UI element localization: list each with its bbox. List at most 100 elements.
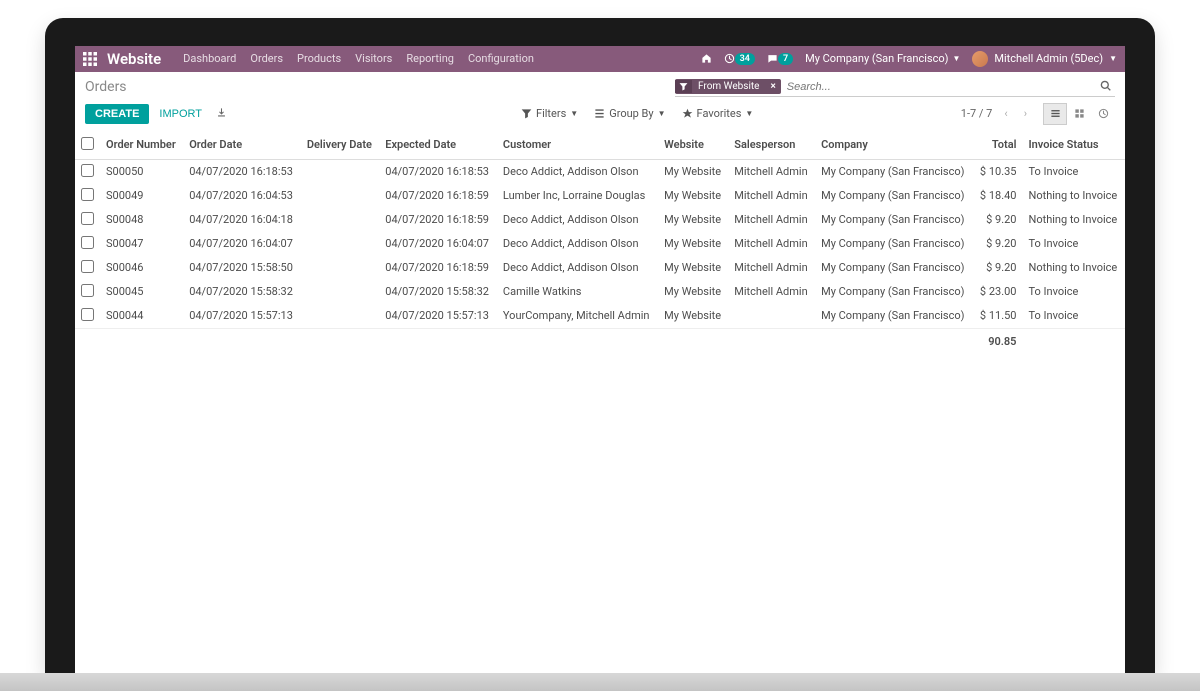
cell-invoice-status: To Invoice xyxy=(1022,232,1125,256)
cell-salesperson xyxy=(728,304,815,329)
pager: 1-7 / 7 ‹ › xyxy=(961,107,1031,120)
cell-order-date: 04/07/2020 15:58:32 xyxy=(183,280,301,304)
cell-salesperson: Mitchell Admin xyxy=(728,280,815,304)
col-total[interactable]: Total xyxy=(973,131,1022,160)
home-icon[interactable] xyxy=(701,53,712,64)
company-switcher[interactable]: My Company (San Francisco) ▼ xyxy=(805,52,960,65)
facet-remove[interactable]: × xyxy=(765,79,780,94)
table-row[interactable]: S00049 04/07/2020 16:04:53 04/07/2020 16… xyxy=(75,184,1125,208)
create-button[interactable]: CREATE xyxy=(85,104,149,124)
facet-label: From Website xyxy=(692,79,765,94)
favorites-label: Favorites xyxy=(697,107,742,120)
cell-expected-date: 04/07/2020 16:18:59 xyxy=(379,184,497,208)
cell-customer: Camille Watkins xyxy=(497,280,658,304)
top-navbar: Website Dashboard Orders Products Visito… xyxy=(75,46,1125,72)
col-salesperson[interactable]: Salesperson xyxy=(728,131,815,160)
col-customer[interactable]: Customer xyxy=(497,131,658,160)
table-row[interactable]: S00046 04/07/2020 15:58:50 04/07/2020 16… xyxy=(75,256,1125,280)
chat-badge: 7 xyxy=(778,53,793,65)
activity-view-button[interactable] xyxy=(1091,103,1115,125)
row-checkbox[interactable] xyxy=(81,284,94,297)
cell-expected-date: 04/07/2020 15:57:13 xyxy=(379,304,497,329)
pager-text: 1-7 / 7 xyxy=(961,107,993,120)
search-bar[interactable]: From Website × xyxy=(675,78,1115,97)
row-checkbox[interactable] xyxy=(81,188,94,201)
cell-order-date: 04/07/2020 16:04:53 xyxy=(183,184,301,208)
search-facet: From Website × xyxy=(675,79,781,94)
user-name: Mitchell Admin (5Dec) xyxy=(994,52,1103,65)
col-invoice-status[interactable]: Invoice Status xyxy=(1022,131,1125,160)
cell-order-number: S00048 xyxy=(100,208,183,232)
table-row[interactable]: S00047 04/07/2020 16:04:07 04/07/2020 16… xyxy=(75,232,1125,256)
row-checkbox[interactable] xyxy=(81,260,94,273)
cell-expected-date: 04/07/2020 16:18:59 xyxy=(379,256,497,280)
nav-dashboard[interactable]: Dashboard xyxy=(183,52,236,65)
download-icon[interactable] xyxy=(212,103,231,125)
filters-dropdown[interactable]: Filters ▼ xyxy=(521,107,578,120)
cell-customer: Lumber Inc, Lorraine Douglas xyxy=(497,184,658,208)
pager-next[interactable]: › xyxy=(1020,107,1031,120)
activity-badge: 34 xyxy=(735,53,755,65)
cell-invoice-status: To Invoice xyxy=(1022,304,1125,329)
cell-total: $ 11.50 xyxy=(973,304,1022,329)
cell-delivery-date xyxy=(301,232,379,256)
cell-order-number: S00044 xyxy=(100,304,183,329)
table-row[interactable]: S00044 04/07/2020 15:57:13 04/07/2020 15… xyxy=(75,304,1125,329)
row-checkbox[interactable] xyxy=(81,212,94,225)
groupby-label: Group By xyxy=(609,107,653,120)
table-row[interactable]: S00045 04/07/2020 15:58:32 04/07/2020 15… xyxy=(75,280,1125,304)
chat-icon[interactable]: 7 xyxy=(767,53,793,65)
col-company[interactable]: Company xyxy=(815,131,973,160)
search-icon[interactable] xyxy=(1096,80,1115,94)
chevron-down-icon: ▼ xyxy=(745,109,753,118)
app-brand[interactable]: Website xyxy=(107,50,161,68)
cell-order-number: S00045 xyxy=(100,280,183,304)
cell-salesperson: Mitchell Admin xyxy=(728,184,815,208)
nav-visitors[interactable]: Visitors xyxy=(355,52,392,65)
row-checkbox[interactable] xyxy=(81,164,94,177)
cell-order-date: 04/07/2020 16:04:18 xyxy=(183,208,301,232)
company-name: My Company (San Francisco) xyxy=(805,52,948,65)
col-order-number[interactable]: Order Number xyxy=(100,131,183,160)
cell-order-number: S00046 xyxy=(100,256,183,280)
table-row[interactable]: S00050 04/07/2020 16:18:53 04/07/2020 16… xyxy=(75,159,1125,184)
cell-invoice-status: Nothing to Invoice xyxy=(1022,184,1125,208)
col-website[interactable]: Website xyxy=(658,131,728,160)
cell-total: $ 23.00 xyxy=(973,280,1022,304)
laptop-frame: Website Dashboard Orders Products Visito… xyxy=(45,18,1155,673)
search-input[interactable] xyxy=(781,78,1096,96)
nav-configuration[interactable]: Configuration xyxy=(468,52,534,65)
col-order-date[interactable]: Order Date xyxy=(183,131,301,160)
import-button[interactable]: IMPORT xyxy=(149,104,212,124)
cp-row-top: Orders From Website × xyxy=(85,78,1115,97)
filter-icon xyxy=(675,80,692,93)
cell-expected-date: 04/07/2020 16:18:59 xyxy=(379,208,497,232)
cell-order-number: S00049 xyxy=(100,184,183,208)
pager-prev[interactable]: ‹ xyxy=(1000,107,1011,120)
activity-icon[interactable]: 34 xyxy=(724,53,755,65)
select-all-checkbox[interactable] xyxy=(81,137,94,150)
cell-website: My Website xyxy=(658,304,728,329)
nav-products[interactable]: Products xyxy=(297,52,341,65)
table-row[interactable]: S00048 04/07/2020 16:04:18 04/07/2020 16… xyxy=(75,208,1125,232)
col-delivery-date[interactable]: Delivery Date xyxy=(301,131,379,160)
favorites-dropdown[interactable]: Favorites ▼ xyxy=(682,107,754,120)
chevron-down-icon: ▼ xyxy=(658,109,666,118)
row-checkbox[interactable] xyxy=(81,308,94,321)
control-panel: Orders From Website × CREAT xyxy=(75,72,1125,131)
col-expected-date[interactable]: Expected Date xyxy=(379,131,497,160)
list-view-button[interactable] xyxy=(1043,103,1067,125)
cell-delivery-date xyxy=(301,184,379,208)
nav-reporting[interactable]: Reporting xyxy=(406,52,454,65)
row-checkbox[interactable] xyxy=(81,236,94,249)
cell-invoice-status: Nothing to Invoice xyxy=(1022,256,1125,280)
groupby-dropdown[interactable]: Group By ▼ xyxy=(594,107,665,120)
filters-label: Filters xyxy=(536,107,566,120)
kanban-view-button[interactable] xyxy=(1067,103,1091,125)
cell-total: $ 10.35 xyxy=(973,159,1022,184)
cp-row-bottom: CREATE IMPORT Filters ▼ Group By ▼ xyxy=(85,103,1115,131)
user-menu[interactable]: Mitchell Admin (5Dec) ▼ xyxy=(972,51,1117,67)
cell-order-number: S00047 xyxy=(100,232,183,256)
apps-icon[interactable] xyxy=(83,52,97,66)
nav-orders[interactable]: Orders xyxy=(250,52,283,65)
